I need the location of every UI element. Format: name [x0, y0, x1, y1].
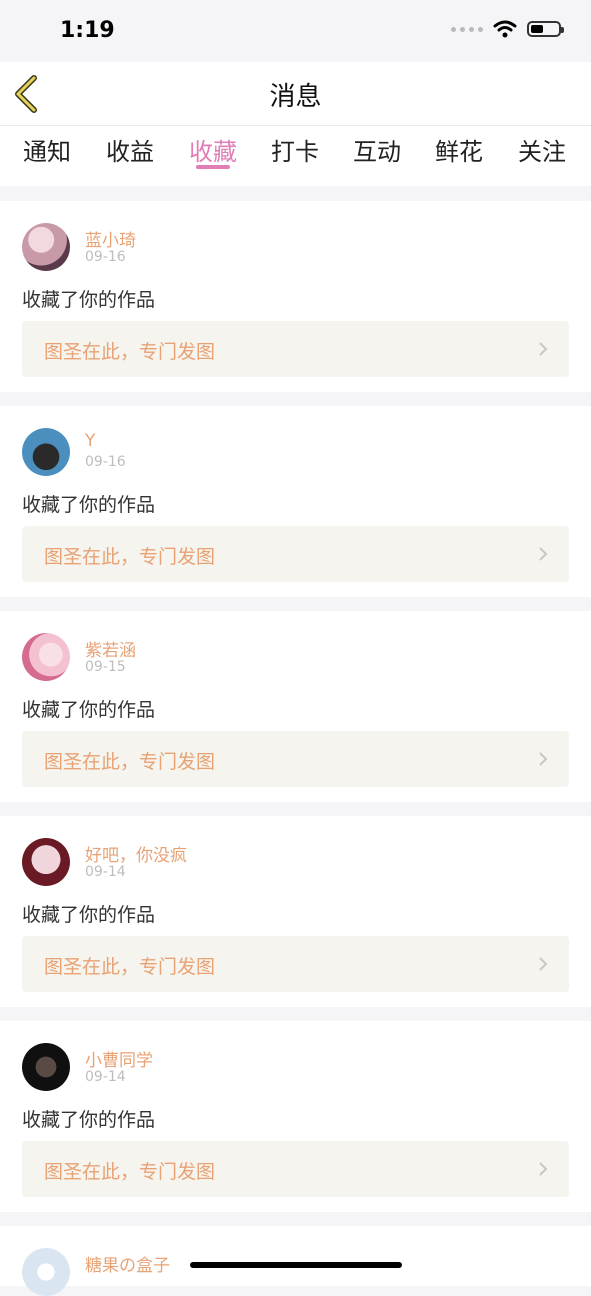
tab-interactions[interactable]: 互动 [342, 132, 412, 167]
chevron-right-icon [539, 752, 548, 766]
work-link[interactable]: 图圣在此，专门发图 [22, 731, 569, 787]
chevron-right-icon [539, 342, 548, 356]
username[interactable]: 蓝小琦 [85, 226, 136, 251]
list-item[interactable]: 小曹同学 09-14 收藏了你的作品 图圣在此，专门发图 [0, 1021, 591, 1212]
username[interactable]: Y [85, 431, 95, 451]
home-indicator [190, 1262, 402, 1268]
tab-flowers[interactable]: 鲜花 [424, 132, 494, 167]
username[interactable]: 小曹同学 [85, 1046, 153, 1071]
timestamp: 09-16 [85, 454, 126, 470]
work-title: 图圣在此，专门发图 [44, 956, 216, 978]
tab-checkin[interactable]: 打卡 [260, 132, 330, 167]
tab-bar: 通知 收益 收藏 打卡 互动 鲜花 关注 [0, 126, 591, 186]
timestamp: 09-14 [85, 864, 126, 880]
work-link[interactable]: 图圣在此，专门发图 [22, 936, 569, 992]
tab-favorites[interactable]: 收藏 [178, 132, 248, 167]
work-link[interactable]: 图圣在此，专门发图 [22, 526, 569, 582]
nav-bar: 消息 [0, 62, 591, 126]
username[interactable]: 紫若涵 [85, 636, 136, 661]
action-text: 收藏了你的作品 [22, 289, 156, 311]
list-item[interactable]: 糖果の盒子 [0, 1226, 591, 1296]
chevron-right-icon [539, 547, 548, 561]
tab-notifications[interactable]: 通知 [12, 132, 82, 167]
list-item[interactable]: 好吧，你没疯 09-14 收藏了你的作品 图圣在此，专门发图 [0, 816, 591, 1007]
username[interactable]: 糖果の盒子 [85, 1251, 170, 1276]
work-link[interactable]: 图圣在此，专门发图 [22, 1141, 569, 1197]
work-title: 图圣在此，专门发图 [44, 546, 216, 568]
avatar[interactable] [22, 223, 70, 271]
timestamp: 09-14 [85, 1069, 126, 1085]
work-title: 图圣在此，专门发图 [44, 751, 216, 773]
work-title: 图圣在此，专门发图 [44, 1161, 216, 1183]
tab-earnings[interactable]: 收益 [95, 132, 165, 167]
timestamp: 09-15 [85, 659, 126, 675]
work-link[interactable]: 图圣在此，专门发图 [22, 321, 569, 377]
wifi-icon [493, 20, 517, 38]
chevron-right-icon [539, 1162, 548, 1176]
list-item[interactable]: Y 09-16 收藏了你的作品 图圣在此，专门发图 [0, 406, 591, 597]
chevron-right-icon [539, 957, 548, 971]
timestamp: 09-16 [85, 249, 126, 265]
battery-icon [527, 21, 564, 37]
username[interactable]: 好吧，你没疯 [85, 841, 187, 866]
signal-icon [451, 26, 483, 32]
action-text: 收藏了你的作品 [22, 699, 156, 721]
action-text: 收藏了你的作品 [22, 1109, 156, 1131]
status-time: 1:19 [60, 18, 115, 43]
avatar[interactable] [22, 428, 70, 476]
avatar[interactable] [22, 838, 70, 886]
avatar[interactable] [22, 1043, 70, 1091]
status-icons [451, 20, 564, 38]
list-item[interactable]: 蓝小琦 09-16 收藏了你的作品 图圣在此，专门发图 [0, 201, 591, 392]
list-item[interactable]: 紫若涵 09-15 收藏了你的作品 图圣在此，专门发图 [0, 611, 591, 802]
work-title: 图圣在此，专门发图 [44, 341, 216, 363]
avatar[interactable] [22, 633, 70, 681]
page-title: 消息 [269, 82, 322, 112]
status-bar: 1:19 [0, 0, 591, 62]
action-text: 收藏了你的作品 [22, 494, 156, 516]
active-tab-indicator [196, 165, 230, 169]
tab-following[interactable]: 关注 [507, 132, 577, 167]
action-text: 收藏了你的作品 [22, 904, 156, 926]
avatar[interactable] [22, 1248, 70, 1296]
